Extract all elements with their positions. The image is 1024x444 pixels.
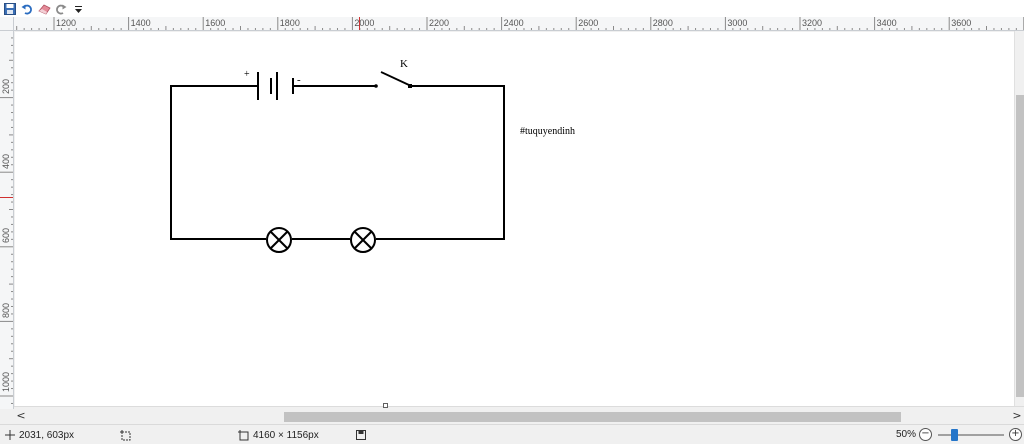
- switch-label: K: [400, 58, 408, 70]
- ruler-position-marker-vertical: [0, 197, 13, 198]
- selection-size-display: [120, 428, 131, 442]
- ruler-label: 3600: [951, 18, 972, 28]
- status-bar: 2031, 603px 4160 × 1156px 50% − +: [0, 424, 1024, 444]
- vertical-scrollbar[interactable]: [1014, 31, 1024, 406]
- switch-blade: [380, 71, 410, 86]
- scroll-right-arrow-icon[interactable]: >: [1010, 408, 1024, 424]
- redo-button[interactable]: [54, 2, 68, 16]
- zoom-slider-track[interactable]: [938, 434, 1004, 436]
- zoom-in-button[interactable]: +: [1009, 428, 1022, 441]
- ruler-label: 2600: [578, 18, 599, 28]
- undo-icon: [21, 4, 32, 14]
- ruler-corner: [0, 17, 14, 31]
- battery-plus-label: +: [244, 69, 250, 80]
- ruler-label: 3200: [802, 18, 823, 28]
- ruler-label: 1000: [1, 372, 11, 393]
- ruler-label: 800: [1, 302, 11, 318]
- customize-dropdown-icon: [74, 5, 82, 13]
- battery-minus-label: -: [297, 74, 301, 86]
- disk-icon: [355, 430, 366, 441]
- drawing-canvas[interactable]: + - K #tuquyendinh: [15, 32, 1014, 406]
- zoom-out-button[interactable]: −: [919, 428, 932, 441]
- horizontal-scrollbar[interactable]: < >: [14, 403, 1024, 424]
- switch-contact-right: [408, 84, 412, 88]
- save-button[interactable]: [3, 2, 17, 16]
- vertical-ruler: 200 400 600 800 1000: [0, 31, 14, 409]
- switch-contact-left: [374, 84, 378, 88]
- wire-right: [376, 85, 505, 240]
- lamp-2: [350, 227, 376, 253]
- horizontal-scrollbar-thumb[interactable]: [284, 412, 901, 422]
- file-size-display: [355, 428, 366, 442]
- wire-left: [170, 85, 266, 240]
- crosshair-icon: [4, 430, 15, 441]
- save-icon: [4, 2, 16, 15]
- ruler-position-marker-horizontal: [359, 17, 360, 30]
- ruler-label: 600: [1, 228, 11, 244]
- ruler-label: 3400: [876, 18, 897, 28]
- ruler-label: 2200: [429, 18, 450, 28]
- zoom-slider-thumb[interactable]: [951, 429, 958, 441]
- ruler-label: 2000: [354, 18, 375, 28]
- scroll-left-arrow-icon[interactable]: <: [14, 408, 28, 424]
- canvas-resize-handle[interactable]: [383, 403, 388, 408]
- ruler-label: 400: [1, 153, 11, 169]
- vertical-scrollbar-thumb[interactable]: [1016, 95, 1024, 397]
- image-size-icon: [238, 429, 249, 441]
- quick-access-toolbar: [0, 0, 1024, 17]
- ruler-label: 2800: [652, 18, 673, 28]
- ruler-label: 1200: [56, 18, 77, 28]
- undo-button[interactable]: [20, 2, 34, 16]
- redo-icon: [56, 4, 67, 14]
- image-size-display: 4160 × 1156px: [238, 428, 319, 442]
- image-size-text: 4160 × 1156px: [253, 429, 319, 441]
- ruler-label: 1600: [205, 18, 226, 28]
- circuit-diagram: [170, 71, 505, 253]
- cursor-position-display: 2031, 603px: [4, 428, 74, 442]
- paint-window: 1200 1400 1600 1800 2000 2200 2400 2600 2800 3000…: [0, 0, 1024, 444]
- zoom-level: 50%: [896, 429, 917, 440]
- horizontal-ruler: 1200 1400 1600 1800 2000 2200 2400 2600 2800 3000…: [14, 17, 1024, 31]
- ruler-label: 3000: [727, 18, 748, 28]
- lamp-1: [266, 227, 292, 253]
- eraser-button[interactable]: [37, 2, 51, 16]
- ruler-label: 1800: [279, 18, 300, 28]
- cursor-position-text: 2031, 603px: [19, 429, 75, 441]
- watermark-text: #tuquyendinh: [520, 126, 575, 137]
- ruler-label: 200: [1, 79, 11, 95]
- customize-toolbar-button[interactable]: [71, 2, 85, 16]
- selection-icon: [120, 429, 131, 441]
- ruler-label: 2400: [503, 18, 524, 28]
- eraser-icon: [37, 4, 51, 14]
- ruler-label: 1400: [130, 18, 151, 28]
